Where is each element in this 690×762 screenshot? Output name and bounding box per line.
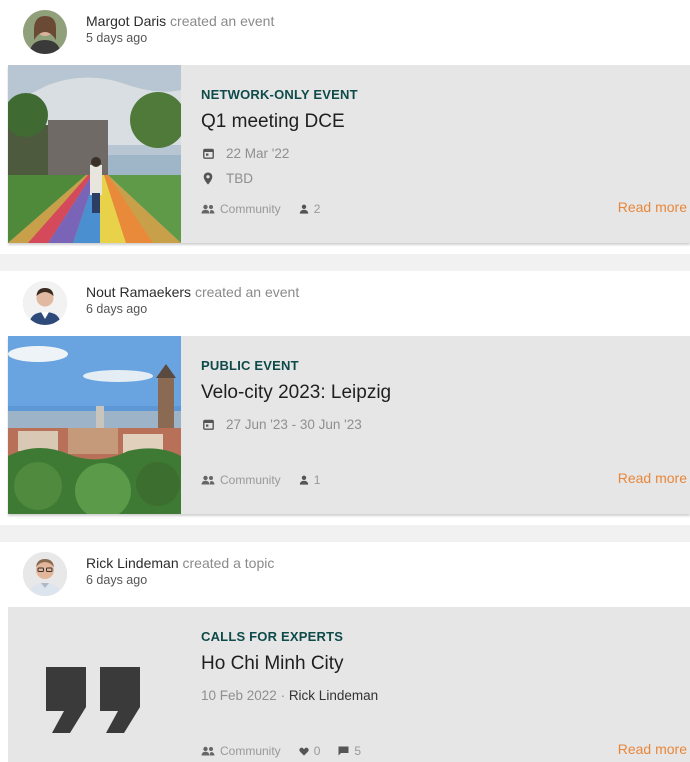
quote-icon (46, 667, 140, 733)
event-date-row: 22 Mar '22 (201, 146, 289, 161)
calendar-icon (201, 147, 215, 161)
group-name: Community (220, 744, 281, 758)
avatar[interactable] (23, 281, 67, 325)
event-thumbnail[interactable] (8, 65, 181, 243)
activity-feed: Margot Daris created an event 5 days ago (0, 0, 690, 762)
group-link[interactable]: Community (201, 202, 281, 216)
read-more-link[interactable]: Read more (618, 741, 687, 757)
group-icon (201, 475, 215, 485)
person-icon (299, 204, 309, 214)
attendees-count: 1 (299, 473, 321, 487)
post-action: created a topic (182, 555, 275, 571)
post-action: created an event (170, 13, 275, 29)
post-header: Rick Lindeman created a topic 6 days ago (0, 542, 690, 607)
read-more-link[interactable]: Read more (618, 470, 687, 486)
avatar[interactable] (23, 552, 67, 596)
topic-author[interactable]: Rick Lindeman (289, 688, 378, 703)
event-thumbnail[interactable] (8, 336, 181, 514)
event-content: PUBLIC EVENT Velo-city 2023: Leipzig 27 … (201, 336, 690, 514)
event-visibility-label: PUBLIC EVENT (201, 358, 299, 373)
event-content: NETWORK-ONLY EVENT Q1 meeting DCE 22 Mar… (201, 65, 690, 243)
event-visibility-label: NETWORK-ONLY EVENT (201, 87, 358, 102)
author-name[interactable]: Nout Ramaekers (86, 284, 191, 300)
card-footer: Community 2 (201, 202, 338, 216)
activity-post: Margot Daris created an event 5 days ago (0, 0, 690, 254)
topic-type-label: CALLS FOR EXPERTS (201, 629, 344, 644)
event-location: TBD (226, 171, 253, 186)
group-name: Community (220, 202, 281, 216)
post-time: 5 days ago (86, 31, 148, 45)
post-time: 6 days ago (86, 573, 148, 587)
read-more-link[interactable]: Read more (618, 199, 687, 215)
event-date: 27 Jun '23 - 30 Jun '23 (226, 417, 362, 432)
activity-post: Rick Lindeman created a topic 6 days ago… (0, 542, 690, 762)
post-actor: Nout Ramaekers created an event (86, 283, 299, 301)
person-icon (299, 475, 309, 485)
topic-title[interactable]: Ho Chi Minh City (201, 653, 344, 675)
attendees-count: 2 (299, 202, 321, 216)
topic-byline: 10 Feb 2022 · Rick Lindeman (201, 688, 378, 703)
group-icon (201, 746, 215, 756)
author-name[interactable]: Margot Daris (86, 13, 166, 29)
topic-content: CALLS FOR EXPERTS Ho Chi Minh City 10 Fe… (201, 607, 690, 762)
comment-icon (338, 746, 349, 756)
card-footer: Community 1 (201, 473, 338, 487)
post-time: 6 days ago (86, 302, 148, 316)
heart-icon (299, 747, 309, 756)
author-name[interactable]: Rick Lindeman (86, 555, 179, 571)
event-card[interactable]: PUBLIC EVENT Velo-city 2023: Leipzig 27 … (8, 336, 690, 514)
topic-date: 10 Feb 2022 · (201, 688, 289, 703)
topic-thumbnail[interactable] (8, 607, 181, 762)
card-footer: Community 0 5 (201, 744, 379, 758)
avatar[interactable] (23, 10, 67, 54)
group-icon (201, 204, 215, 214)
event-location-row: TBD (201, 171, 253, 186)
post-actor: Margot Daris created an event (86, 12, 274, 30)
post-actor: Rick Lindeman created a topic (86, 554, 274, 572)
activity-post: Nout Ramaekers created an event 6 days a… (0, 271, 690, 525)
post-header: Margot Daris created an event 5 days ago (0, 0, 690, 65)
event-date: 22 Mar '22 (226, 146, 290, 161)
attendees-number: 2 (313, 202, 321, 216)
location-pin-icon (201, 172, 215, 186)
post-header: Nout Ramaekers created an event 6 days a… (0, 271, 690, 336)
group-name: Community (220, 473, 281, 487)
comments-number: 5 (354, 744, 362, 758)
attendees-number: 1 (313, 473, 321, 487)
post-action: created an event (194, 284, 300, 300)
likes-count[interactable]: 0 (299, 744, 321, 758)
calendar-icon (201, 418, 215, 432)
event-card[interactable]: NETWORK-ONLY EVENT Q1 meeting DCE 22 Mar… (8, 65, 690, 243)
event-title[interactable]: Q1 meeting DCE (201, 111, 345, 133)
group-link[interactable]: Community (201, 744, 281, 758)
event-title[interactable]: Velo-city 2023: Leipzig (201, 382, 391, 404)
comments-count[interactable]: 5 (338, 744, 361, 758)
likes-number: 0 (313, 744, 321, 758)
topic-card[interactable]: CALLS FOR EXPERTS Ho Chi Minh City 10 Fe… (8, 607, 690, 762)
group-link[interactable]: Community (201, 473, 281, 487)
event-date-row: 27 Jun '23 - 30 Jun '23 (201, 417, 362, 432)
